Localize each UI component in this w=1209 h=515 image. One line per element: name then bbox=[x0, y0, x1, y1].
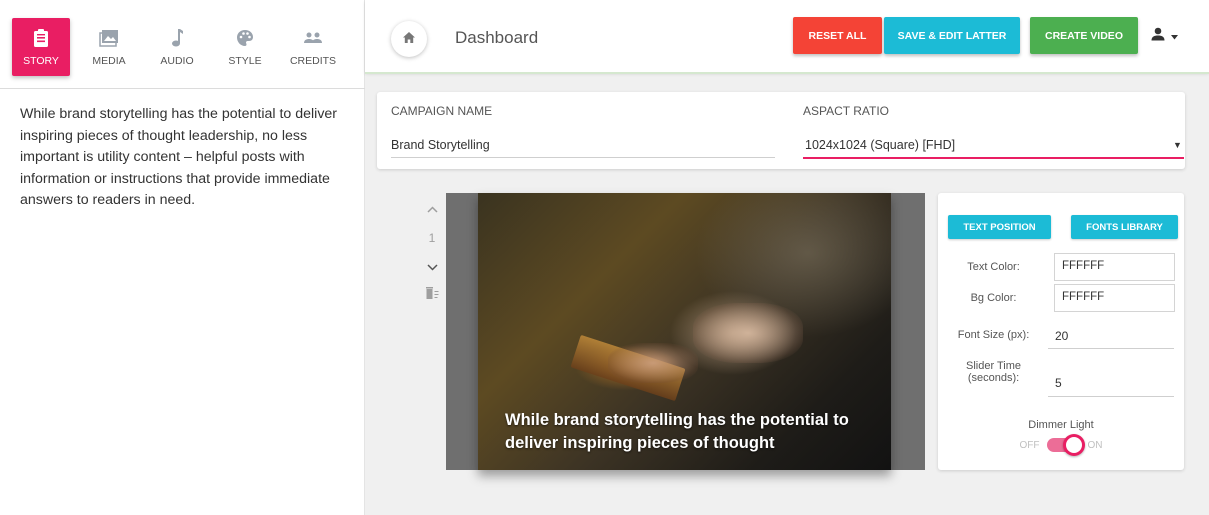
trash-icon bbox=[426, 287, 439, 299]
header-underline bbox=[365, 72, 1209, 74]
campaign-card: CAMPAIGN NAME Brand Storytelling ASPACT … bbox=[377, 92, 1185, 169]
page-title: Dashboard bbox=[455, 28, 539, 47]
font-size-input[interactable]: 20 bbox=[1055, 329, 1068, 343]
font-size-underline bbox=[1048, 348, 1174, 349]
tab-style[interactable]: STYLE bbox=[216, 18, 274, 76]
left-panel: STORY MEDIA AUDIO STYLE CREDITS While br… bbox=[0, 0, 365, 515]
tab-media[interactable]: MEDIA bbox=[80, 18, 138, 76]
photo-hand-shape bbox=[608, 343, 698, 383]
delete-slide-button[interactable] bbox=[420, 286, 444, 300]
photo-hand-shape bbox=[693, 303, 803, 363]
story-text[interactable]: While brand storytelling has the potenti… bbox=[20, 104, 350, 212]
tab-credits[interactable]: CREDITS bbox=[284, 18, 342, 76]
toggle-off-label: OFF bbox=[1019, 439, 1040, 451]
fonts-library-button[interactable]: FONTS LIBRARY bbox=[1071, 215, 1178, 239]
move-up-button[interactable] bbox=[420, 206, 444, 213]
font-size-label: Font Size (px): bbox=[957, 329, 1030, 341]
tab-story-label: STORY bbox=[23, 55, 59, 67]
clipboard-icon bbox=[30, 27, 52, 49]
music-note-icon bbox=[166, 27, 188, 49]
toggle-on-label: ON bbox=[1087, 439, 1103, 451]
tab-style-label: STYLE bbox=[228, 55, 262, 67]
aspect-ratio-underline bbox=[803, 157, 1184, 159]
slider-time-input[interactable]: 5 bbox=[1055, 376, 1062, 390]
slider-time-label: Slider Time (seconds): bbox=[946, 360, 1041, 384]
sidebar-tabs: STORY MEDIA AUDIO STYLE CREDITS bbox=[12, 18, 352, 80]
top-header: Dashboard RESET ALL SAVE & EDIT LATTER C… bbox=[365, 0, 1209, 72]
app-root: STORY MEDIA AUDIO STYLE CREDITS While br… bbox=[0, 0, 1209, 515]
dimmer-toggle-row: OFF ON bbox=[938, 434, 1184, 456]
slide-number: 1 bbox=[428, 231, 436, 245]
move-down-button[interactable] bbox=[420, 264, 444, 271]
home-icon bbox=[403, 30, 415, 48]
palette-icon bbox=[234, 27, 256, 49]
chevron-down-icon bbox=[1171, 27, 1178, 45]
main-area: CAMPAIGN NAME Brand Storytelling ASPACT … bbox=[365, 74, 1209, 515]
text-properties-panel: TEXT POSITION FONTS LIBRARY Text Color: … bbox=[938, 193, 1184, 470]
bg-color-input[interactable]: FFFFFF bbox=[1054, 284, 1175, 312]
create-video-button[interactable]: CREATE VIDEO bbox=[1030, 17, 1138, 54]
dimmer-light-label: Dimmer Light bbox=[1028, 419, 1094, 431]
slide-preview[interactable]: While brand storytelling has the potenti… bbox=[446, 193, 925, 470]
aspect-ratio-select[interactable]: 1024x1024 (Square) [FHD] bbox=[805, 138, 955, 152]
slider-time-label-line1: Slider Time bbox=[965, 360, 1022, 372]
campaign-name-input[interactable]: Brand Storytelling bbox=[391, 138, 490, 152]
slider-time-underline bbox=[1048, 396, 1174, 397]
campaign-name-underline bbox=[391, 157, 775, 158]
tab-audio-label: AUDIO bbox=[160, 55, 194, 67]
text-color-input[interactable]: FFFFFF bbox=[1054, 253, 1175, 281]
chevron-down-icon bbox=[426, 264, 438, 271]
switch-knob[interactable] bbox=[1062, 434, 1085, 456]
image-icon bbox=[98, 27, 120, 49]
slide-caption[interactable]: While brand storytelling has the potenti… bbox=[505, 409, 885, 455]
save-edit-later-button[interactable]: SAVE & EDIT LATTER bbox=[884, 17, 1020, 54]
people-icon bbox=[302, 27, 324, 49]
tab-media-label: MEDIA bbox=[92, 55, 126, 67]
campaign-name-label: CAMPAIGN NAME bbox=[391, 104, 493, 118]
slider-time-label-line2: (seconds): bbox=[967, 372, 1020, 384]
dropdown-caret-icon[interactable]: ▼ bbox=[1173, 140, 1182, 150]
bg-color-label: Bg Color: bbox=[970, 292, 1017, 304]
aspect-ratio-label: ASPACT RATIO bbox=[803, 104, 890, 118]
reset-all-button[interactable]: RESET ALL bbox=[793, 17, 882, 54]
tab-story[interactable]: STORY bbox=[12, 18, 70, 76]
home-button[interactable] bbox=[391, 21, 427, 57]
chevron-up-icon bbox=[426, 206, 438, 213]
user-icon bbox=[1151, 27, 1165, 46]
dimmer-light-switch[interactable] bbox=[1046, 434, 1085, 456]
text-position-button[interactable]: TEXT POSITION bbox=[948, 215, 1051, 239]
text-color-label: Text Color: bbox=[967, 261, 1020, 273]
tab-credits-label: CREDITS bbox=[289, 55, 337, 67]
tabs-divider bbox=[0, 88, 365, 89]
slide-background-image: While brand storytelling has the potenti… bbox=[478, 193, 891, 470]
tab-audio[interactable]: AUDIO bbox=[148, 18, 206, 76]
user-menu[interactable] bbox=[1151, 26, 1185, 46]
